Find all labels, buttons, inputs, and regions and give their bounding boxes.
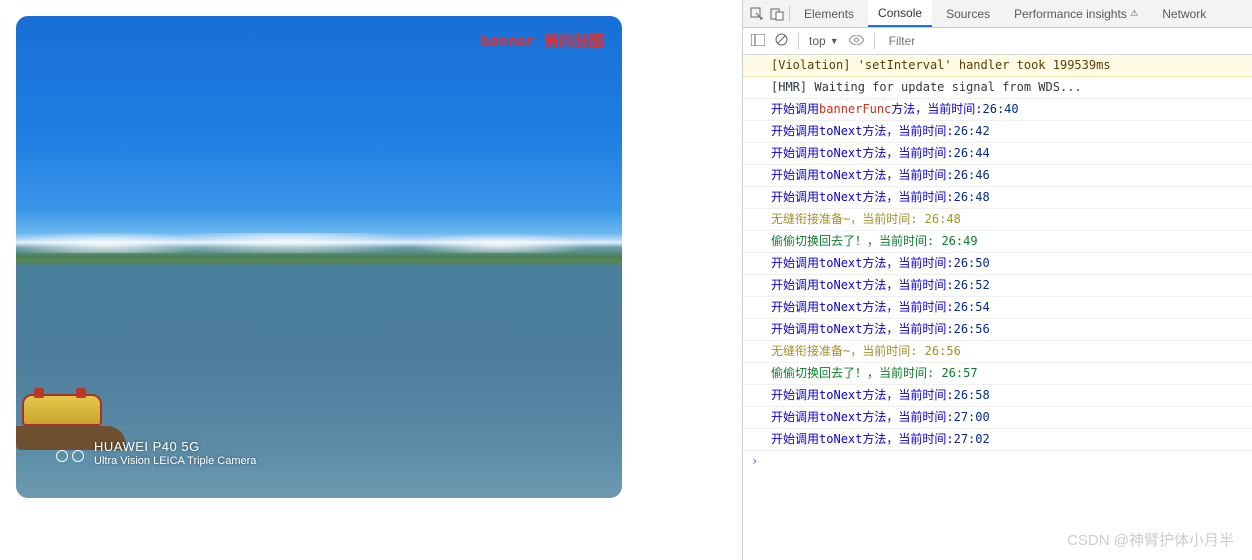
console-row: [HMR] Waiting for update signal from WDS… bbox=[743, 77, 1252, 99]
csdn-watermark: CSDN @神臂护体小月半 bbox=[1067, 529, 1234, 550]
banner-image: banner 第四张图 HUAWEI P40 5G Ultra Vision L… bbox=[16, 16, 622, 498]
console-row: 开始调用 toNext 方法，当前时间: 26:54 bbox=[743, 297, 1252, 319]
console-row: 开始调用 bannerFunc 方法，当前时间: 26:40 bbox=[743, 99, 1252, 121]
context-selector[interactable]: top ▼ bbox=[809, 34, 839, 48]
console-row: 无缝衔接准备~，当前时间: 26:56 bbox=[743, 341, 1252, 363]
console-row: 偷偷切换回去了！，当前时间: 26:57 bbox=[743, 363, 1252, 385]
tab-sources[interactable]: Sources bbox=[936, 0, 1000, 27]
console-row: 开始调用 toNext 方法，当前时间: 26:46 bbox=[743, 165, 1252, 187]
photo-watermark: HUAWEI P40 5G Ultra Vision LEICA Triple … bbox=[94, 439, 256, 468]
page-preview-pane: banner 第四张图 HUAWEI P40 5G Ultra Vision L… bbox=[0, 0, 742, 560]
sidebar-toggle-icon[interactable] bbox=[751, 34, 765, 49]
console-toolbar: top ▼ bbox=[743, 28, 1252, 55]
eye-icon[interactable] bbox=[849, 34, 864, 48]
console-row: 开始调用 toNext 方法，当前时间: 27:02 bbox=[743, 429, 1252, 451]
banner-overlay-text: banner 第四张图 bbox=[481, 30, 604, 51]
chevron-down-icon: ▼ bbox=[830, 36, 839, 46]
console-row: 开始调用 toNext 方法，当前时间: 26:50 bbox=[743, 253, 1252, 275]
console-row: 开始调用 toNext 方法，当前时间: 26:56 bbox=[743, 319, 1252, 341]
console-row: 开始调用 toNext 方法，当前时间: 26:58 bbox=[743, 385, 1252, 407]
console-row: [Violation] 'setInterval' handler took 1… bbox=[743, 55, 1252, 77]
clear-console-icon[interactable] bbox=[775, 33, 788, 49]
inspect-element-icon[interactable] bbox=[749, 7, 765, 21]
console-row: 开始调用 toNext 方法，当前时间: 27:00 bbox=[743, 407, 1252, 429]
device-toolbar-icon[interactable] bbox=[769, 7, 785, 21]
devtools-tabs: Elements Console Sources Performance ins… bbox=[743, 0, 1252, 28]
console-row: 偷偷切换回去了！，当前时间: 26:49 bbox=[743, 231, 1252, 253]
filter-input[interactable] bbox=[885, 32, 1244, 50]
console-row: 开始调用 toNext 方法，当前时间: 26:52 bbox=[743, 275, 1252, 297]
console-row: 开始调用 toNext 方法，当前时间: 26:44 bbox=[743, 143, 1252, 165]
devtools-panel: Elements Console Sources Performance ins… bbox=[742, 0, 1252, 560]
tab-elements[interactable]: Elements bbox=[794, 0, 864, 27]
leica-dots-icon bbox=[56, 450, 84, 462]
tab-console[interactable]: Console bbox=[868, 0, 932, 27]
watermark-line2: Ultra Vision LEICA Triple Camera bbox=[94, 455, 256, 468]
console-row: 无缝衔接准备~，当前时间: 26:48 bbox=[743, 209, 1252, 231]
watermark-line1: HUAWEI P40 5G bbox=[94, 439, 256, 455]
console-row: 开始调用 toNext 方法，当前时间: 26:42 bbox=[743, 121, 1252, 143]
console-log-list[interactable]: [Violation] 'setInterval' handler took 1… bbox=[743, 55, 1252, 560]
tab-network[interactable]: Network bbox=[1152, 0, 1216, 27]
console-row: 开始调用 toNext 方法，当前时间: 26:48 bbox=[743, 187, 1252, 209]
console-prompt[interactable]: › bbox=[743, 451, 1252, 471]
tab-performance-insights[interactable]: Performance insights ⚠ bbox=[1004, 0, 1148, 27]
